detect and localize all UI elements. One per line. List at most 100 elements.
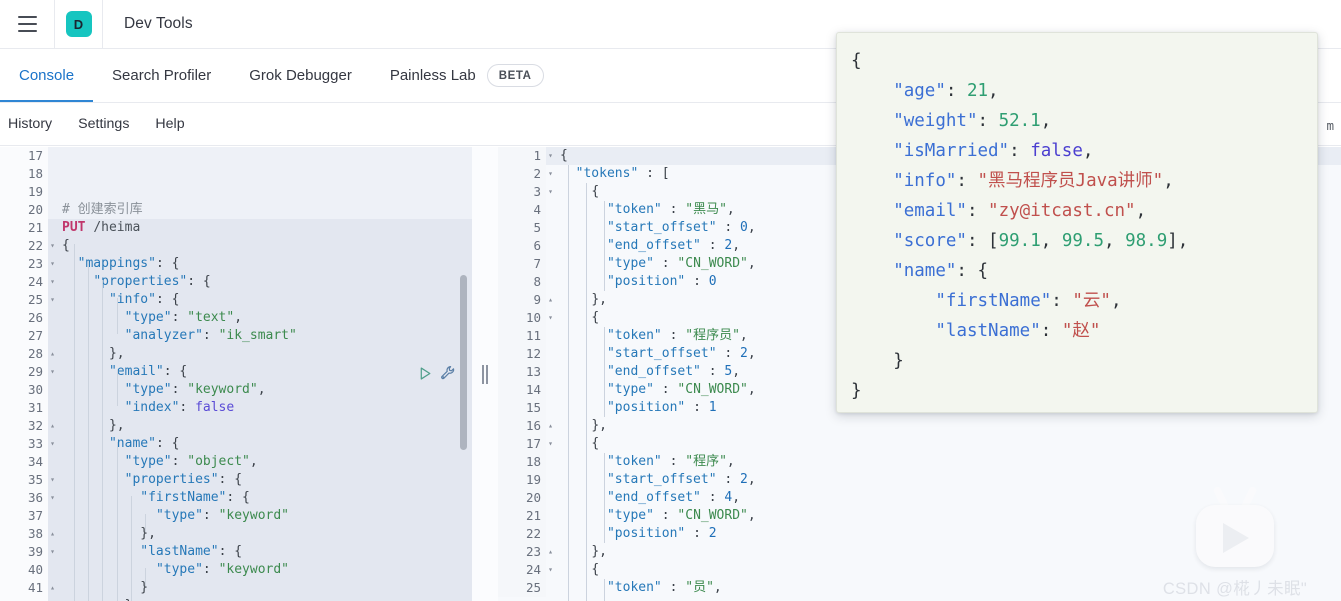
fold-toggle-icon[interactable]: ▾ <box>546 309 555 327</box>
code-line[interactable]: 26 "type": "text", <box>0 309 472 327</box>
code-text: "type": "keyword" <box>155 562 290 577</box>
run-request-controls[interactable] <box>418 365 456 381</box>
json-document-overlay: { "age": 21, "weight": 52.1, "isMarried"… <box>836 32 1318 413</box>
fold-toggle-icon[interactable]: ▾ <box>48 489 57 507</box>
overlay-json-line: { <box>851 51 862 71</box>
fold-toggle-icon[interactable]: ▾ <box>48 471 57 489</box>
code-line[interactable]: 39 ▾ "lastName": { <box>0 543 472 561</box>
code-line[interactable]: 21 "type" : "CN_WORD", <box>498 507 1341 525</box>
line-number: 15 <box>498 399 546 417</box>
wrench-icon[interactable] <box>440 365 456 381</box>
indent-guide <box>604 201 605 291</box>
app-logo[interactable]: D <box>55 0 102 48</box>
submenu-item-help[interactable]: Help <box>155 114 184 134</box>
code-text: "start_offset" : 2, <box>606 472 756 487</box>
line-number: 24 ▾ <box>498 561 553 579</box>
fold-toggle-icon[interactable]: ▾ <box>546 435 555 453</box>
fold-toggle-icon[interactable]: ▾ <box>48 237 57 255</box>
line-number: 17 <box>0 147 48 165</box>
fold-toggle-icon[interactable]: ▾ <box>546 165 555 183</box>
code-line[interactable]: 20 "end_offset" : 4, <box>498 489 1341 507</box>
fold-toggle-icon[interactable]: ▾ <box>546 183 555 201</box>
code-line[interactable]: 41 ▴ } <box>0 579 472 597</box>
fold-toggle-icon[interactable]: ▾ <box>48 255 57 273</box>
code-text: "info": { <box>108 292 180 307</box>
fold-toggle-icon[interactable]: ▾ <box>546 147 555 165</box>
code-line[interactable]: 30 "type": "keyword", <box>0 381 472 399</box>
code-line[interactable]: 18 "token" : "程序", <box>498 453 1341 471</box>
pane-splitter[interactable] <box>472 147 498 601</box>
fold-toggle-icon[interactable]: ▾ <box>48 435 57 453</box>
code-line[interactable]: 36 ▾ "firstName": { <box>0 489 472 507</box>
code-line[interactable]: 33 ▾ "name": { <box>0 435 472 453</box>
line-number: 10 ▾ <box>498 309 553 327</box>
code-line[interactable]: 28 ▴ }, <box>0 345 472 363</box>
submenu-item-history[interactable]: History <box>8 114 52 134</box>
code-line[interactable]: 22 ▾ { <box>0 237 472 255</box>
splitter-handle[interactable] <box>481 365 489 384</box>
code-line[interactable]: 37 "type": "keyword" <box>0 507 472 525</box>
overlay-json-line: } <box>851 381 862 401</box>
code-line[interactable]: 19 <box>0 183 472 201</box>
code-line[interactable]: 17 <box>0 147 472 165</box>
fold-toggle-icon[interactable]: ▴ <box>48 345 57 363</box>
fold-toggle-icon[interactable]: ▴ <box>48 525 57 543</box>
tab-console[interactable]: Console <box>0 49 94 102</box>
code-line[interactable]: 27 "analyzer": "ik_smart" <box>0 327 472 345</box>
fold-toggle-icon[interactable]: ▴ <box>546 543 555 561</box>
fold-toggle-icon[interactable]: ▾ <box>48 363 57 381</box>
code-line[interactable]: 32 ▴ }, <box>0 417 472 435</box>
tab-grok-debugger[interactable]: Grok Debugger <box>230 49 371 102</box>
fold-toggle-icon[interactable]: ▴ <box>48 417 57 435</box>
fold-toggle-icon[interactable]: ▴ <box>48 579 57 597</box>
code-line[interactable]: 18 <box>0 165 472 183</box>
code-line[interactable]: 40 "type": "keyword" <box>0 561 472 579</box>
line-number: 39 ▾ <box>0 543 55 561</box>
code-text: { <box>62 238 70 253</box>
code-text: "properties": { <box>124 472 243 487</box>
code-line[interactable]: 42 } <box>0 597 472 601</box>
request-code[interactable]: 17 18 19 20 # 创建索引库 21 PUT /heima 22 ▾ {23 ▾ "mapp… <box>0 147 472 601</box>
code-line[interactable]: 29 ▾ "email": { <box>0 363 472 381</box>
line-number: 24 ▾ <box>0 273 55 291</box>
code-line[interactable]: 34 "type": "object", <box>0 453 472 471</box>
code-line[interactable]: 24 ▾ { <box>498 561 1341 579</box>
fold-toggle-icon[interactable]: ▾ <box>546 561 555 579</box>
hamburger-icon[interactable] <box>0 0 54 48</box>
fold-toggle-icon[interactable]: ▴ <box>546 291 555 309</box>
tab-grok-debugger-label: Grok Debugger <box>249 67 352 84</box>
code-line[interactable]: 23 ▴ }, <box>498 543 1341 561</box>
code-line[interactable]: 21 PUT /heima <box>0 219 472 237</box>
code-line[interactable]: 24 ▾ "properties": { <box>0 273 472 291</box>
submenu-item-settings[interactable]: Settings <box>78 114 129 134</box>
code-line[interactable]: 35 ▾ "properties": { <box>0 471 472 489</box>
line-number: 22 ▾ <box>0 237 55 255</box>
line-number: 16 ▴ <box>498 417 553 435</box>
tab-search-profiler[interactable]: Search Profiler <box>93 49 230 102</box>
code-line[interactable]: 17 ▾ { <box>498 435 1341 453</box>
fold-toggle-icon[interactable]: ▾ <box>48 543 57 561</box>
code-line[interactable]: 25 "token" : "员", <box>498 579 1341 597</box>
code-line[interactable]: 25 ▾ "info": { <box>0 291 472 309</box>
indent-guide <box>604 327 605 417</box>
request-editor-pane[interactable]: 17 18 19 20 # 创建索引库 21 PUT /heima 22 ▾ {23 ▾ "mapp… <box>0 147 472 601</box>
overlay-json-line: "lastName": "赵" <box>935 321 1101 341</box>
code-line[interactable]: 22 "position" : 2 <box>498 525 1341 543</box>
code-text: "firstName": { <box>140 490 250 505</box>
code-line[interactable]: 16 ▴ }, <box>498 417 1341 435</box>
fold-toggle-icon[interactable]: ▴ <box>546 417 555 435</box>
code-line[interactable]: 20 # 创建索引库 <box>0 201 472 219</box>
tab-painless-lab[interactable]: Painless Lab BETA <box>371 49 563 102</box>
code-line[interactable]: 38 ▴ }, <box>0 525 472 543</box>
fold-toggle-icon[interactable]: ▾ <box>48 273 57 291</box>
fold-toggle-icon[interactable]: ▾ <box>48 291 57 309</box>
line-number: 21 <box>0 219 48 237</box>
code-line[interactable]: 23 ▾ "mappings": { <box>0 255 472 273</box>
overlay-json-line: "firstName": "云", <box>935 291 1122 311</box>
code-line[interactable]: 31 "index": false <box>0 399 472 417</box>
play-icon[interactable] <box>418 366 433 381</box>
line-number: 22 <box>498 525 546 543</box>
code-line[interactable]: 19 "start_offset" : 2, <box>498 471 1341 489</box>
request-scrollbar[interactable] <box>460 275 467 450</box>
line-number: 18 <box>498 453 546 471</box>
